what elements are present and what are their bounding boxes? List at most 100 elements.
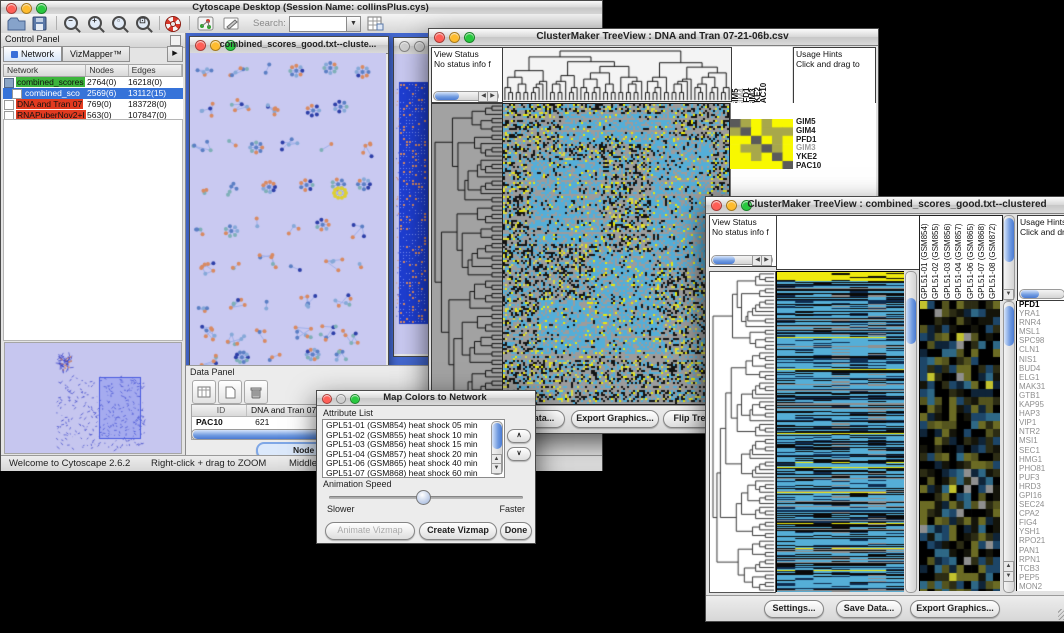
close-button[interactable] [6,3,17,14]
view-status-scrollbar[interactable]: ◀ ▶ [433,91,499,101]
network-overview-icon[interactable] [197,16,214,32]
column-label[interactable]: GPL51-02 (GSM855) [931,223,940,299]
network-view-canvas[interactable] [190,53,386,365]
zoom-selected-icon[interactable]: ⊡ [136,16,150,32]
animate-vizmap-button[interactable]: Animate Vizmap [325,522,415,540]
gene-label[interactable]: MAK31 [1019,383,1064,391]
annotation-icon[interactable] [223,16,240,32]
export-graphics-button[interactable]: Export Graphics... [910,600,1000,618]
gene-label[interactable]: VIP1 [1019,419,1064,427]
gene-label[interactable]: YKE2 [796,153,874,161]
gene-label[interactable]: BUD4 [1019,365,1064,373]
treeview1-zoom-matrix[interactable] [730,119,793,169]
dialog-titlebar[interactable]: Map Colors to Network [317,391,535,406]
scroll-right-icon[interactable]: ▶ [761,255,772,266]
open-session-icon[interactable] [7,16,26,32]
column-label[interactable]: GPL51-01 (GSM854) [920,223,929,299]
gene-label[interactable]: SPC98 [1019,337,1064,345]
scroll-down-icon[interactable]: ▼ [1003,289,1014,300]
view-status-scrollbar[interactable]: ◀ ▶ [711,255,773,265]
zoom-out-icon[interactable]: − [64,16,78,32]
more-tabs-icon[interactable]: ▶ [167,46,183,62]
gene-label[interactable]: GIM5 [796,118,874,126]
gene-label[interactable]: SEC1 [1019,447,1064,455]
search-dropdown-icon[interactable]: ▼ [346,17,360,31]
gene-label[interactable]: YSH1 [1019,528,1064,536]
gene-label[interactable]: NIS1 [1019,356,1064,364]
gene-label[interactable]: PHO81 [1019,465,1064,473]
close-button[interactable] [711,200,722,211]
export-graphics-button[interactable]: Export Graphics... [571,410,659,428]
gene-label[interactable]: PUF3 [1019,474,1064,482]
gene-label[interactable]: ELG1 [1019,374,1064,382]
column-label[interactable]: GPL51-04 (GSM857) [954,223,963,299]
gene-label[interactable]: MSL1 [1019,328,1064,336]
animation-speed-slider-thumb[interactable] [416,490,431,505]
move-down-button[interactable]: ∨ [507,447,531,461]
network-window-titlebar[interactable]: combined_scores_good.txt--cluste... [190,37,388,54]
gene-label[interactable]: NTR2 [1019,428,1064,436]
network-list-row[interactable]: combined_sco 2569(6) 13112(15) [3,88,183,99]
treeview2-row-dendrogram[interactable] [709,271,776,593]
gene-label[interactable]: HAP3 [1019,410,1064,418]
move-up-button[interactable]: ∧ [507,429,531,443]
close-button[interactable] [399,41,410,52]
gene-label[interactable]: FIG4 [1019,519,1064,527]
gene-label[interactable]: MSI1 [1019,437,1064,445]
search-input[interactable]: ▼ [289,16,361,32]
network-list-row[interactable]: combined_scores 2764(0) 16218(0) [3,77,183,88]
cytoscape-titlebar[interactable]: Cytoscape Desktop (Session Name: collins… [1,1,602,15]
gene-label[interactable]: PEP5 [1019,574,1064,582]
network-view-back-canvas[interactable] [394,54,428,354]
gene-label[interactable]: CLN1 [1019,346,1064,354]
gene-label[interactable]: RPN1 [1019,556,1064,564]
zoom-fit-icon[interactable]: ▫ [112,16,126,32]
treeview2-titlebar[interactable]: ClusterMaker TreeView : combined_scores_… [706,197,1064,214]
gene-label[interactable]: TCB3 [1019,565,1064,573]
attribute-list-item[interactable]: GPL51-07 (GSM868) heat shock 60 min [326,469,504,479]
treeview2-heatmap-vscrollbar[interactable] [905,271,917,593]
treeview2-heatmap[interactable] [776,271,904,592]
column-label[interactable]: GPL51-08 (GSM872) [988,223,997,299]
minimize-button[interactable] [414,41,425,52]
gene-label[interactable]: GTB1 [1019,392,1064,400]
column-label[interactable]: GPL51-07 (GSM868) [977,223,986,299]
gene-label[interactable]: GIM3 [796,144,874,152]
gene-label[interactable]: RPO21 [1019,537,1064,545]
treeview1-row-dendrogram[interactable] [431,103,503,405]
treeview2-label-scrollbar[interactable]: ▼ [1003,215,1015,301]
gene-label[interactable]: PAN1 [1019,547,1064,555]
gene-label[interactable]: MON2 [1019,583,1064,591]
gene-label[interactable]: SEC24 [1019,501,1064,509]
gene-label[interactable]: PFD1 [1019,301,1064,309]
close-button[interactable] [195,40,206,51]
save-session-icon[interactable] [32,16,48,32]
network-overview-thumbnail[interactable] [4,342,182,454]
gene-label[interactable]: RNR4 [1019,319,1064,327]
treeview2-zoom-heatmap[interactable] [919,301,1000,591]
select-attributes-icon[interactable] [192,380,216,404]
scroll-down-icon[interactable]: ▼ [491,463,502,474]
attribute-list-scrollbar[interactable]: ▲ ▼ [491,421,503,475]
close-button[interactable] [322,394,332,404]
attribute-list[interactable]: GPL51-01 (GSM854) heat shock 05 minGPL51… [322,419,505,478]
treeview2-column-dendrogram-area[interactable] [776,215,920,270]
create-vizmap-button[interactable]: Create Vizmap [419,522,497,540]
gene-label[interactable]: GIM4 [796,127,874,135]
help-lifesaver-icon[interactable] [165,16,181,32]
gene-label[interactable]: HMG1 [1019,456,1064,464]
treeview1-titlebar[interactable]: ClusterMaker TreeView : DNA and Tran 07-… [429,29,878,46]
scroll-right-icon[interactable]: ▶ [487,91,498,102]
float-panel-icon[interactable] [170,35,181,46]
gene-label[interactable]: HRD3 [1019,483,1064,491]
gene-label[interactable]: CPA2 [1019,510,1064,518]
create-attribute-icon[interactable] [218,380,242,404]
attribute-table-icon[interactable] [367,16,384,32]
gene-label[interactable]: YRA1 [1019,310,1064,318]
done-button[interactable]: Done [500,522,532,540]
treeview1-heatmap[interactable] [502,103,730,405]
usage-hints-scrollbar[interactable] [1019,289,1064,299]
resize-grip[interactable] [1058,609,1064,620]
gene-label[interactable]: KAP95 [1019,401,1064,409]
tab-network[interactable]: Network [3,46,62,62]
